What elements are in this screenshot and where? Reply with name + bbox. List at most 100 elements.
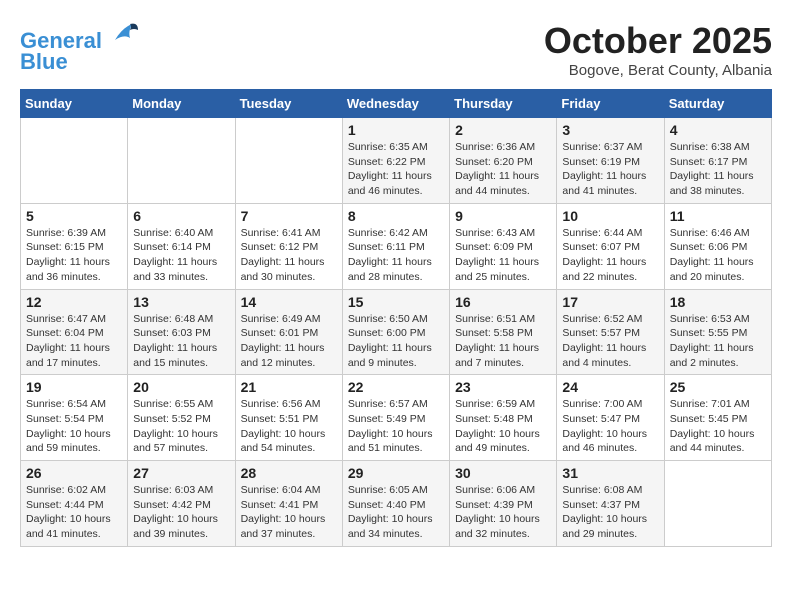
day-number: 29 <box>348 465 444 481</box>
day-info: Sunrise: 6:48 AMSunset: 6:03 PMDaylight:… <box>133 312 229 371</box>
calendar-cell <box>128 118 235 204</box>
calendar-cell: 3 Sunrise: 6:37 AMSunset: 6:19 PMDaylight… <box>557 118 664 204</box>
day-number: 14 <box>241 294 337 310</box>
calendar-cell: 23 Sunrise: 6:59 AMSunset: 5:48 PMDayligh… <box>450 375 557 461</box>
weekday-header: Friday <box>557 90 664 118</box>
calendar-cell: 24 Sunrise: 7:00 AMSunset: 5:47 PMDayligh… <box>557 375 664 461</box>
day-info: Sunrise: 6:50 AMSunset: 6:00 PMDaylight:… <box>348 312 444 371</box>
weekday-header: Thursday <box>450 90 557 118</box>
calendar-cell: 11 Sunrise: 6:46 AMSunset: 6:06 PMDayligh… <box>664 203 771 289</box>
title-block: October 2025 Bogove, Berat County, Alban… <box>544 20 772 79</box>
calendar-cell: 6 Sunrise: 6:40 AMSunset: 6:14 PMDaylight… <box>128 203 235 289</box>
day-number: 17 <box>562 294 658 310</box>
day-number: 30 <box>455 465 551 481</box>
calendar-cell: 18 Sunrise: 6:53 AMSunset: 5:55 PMDayligh… <box>664 289 771 375</box>
calendar-cell: 5 Sunrise: 6:39 AMSunset: 6:15 PMDaylight… <box>21 203 128 289</box>
calendar-cell: 12 Sunrise: 6:47 AMSunset: 6:04 PMDayligh… <box>21 289 128 375</box>
weekday-header: Monday <box>128 90 235 118</box>
page-header: General Blue October 2025 Bogove, Berat … <box>20 20 772 79</box>
day-number: 10 <box>562 208 658 224</box>
day-info: Sunrise: 6:37 AMSunset: 6:19 PMDaylight:… <box>562 140 658 199</box>
day-info: Sunrise: 6:02 AMSunset: 4:44 PMDaylight:… <box>26 483 122 542</box>
logo-bird-icon <box>110 20 140 48</box>
calendar-cell: 29 Sunrise: 6:05 AMSunset: 4:40 PMDayligh… <box>342 461 449 547</box>
day-info: Sunrise: 6:59 AMSunset: 5:48 PMDaylight:… <box>455 397 551 456</box>
day-number: 12 <box>26 294 122 310</box>
day-info: Sunrise: 6:55 AMSunset: 5:52 PMDaylight:… <box>133 397 229 456</box>
calendar-cell: 14 Sunrise: 6:49 AMSunset: 6:01 PMDayligh… <box>235 289 342 375</box>
calendar-cell: 1Sunrise: 6:35 AMSunset: 6:22 PMDaylight… <box>342 118 449 204</box>
calendar-cell: 21Sunrise: 6:56 AMSunset: 5:51 PMDayligh… <box>235 375 342 461</box>
calendar-cell: 22 Sunrise: 6:57 AMSunset: 5:49 PMDayligh… <box>342 375 449 461</box>
day-info: Sunrise: 6:06 AMSunset: 4:39 PMDaylight:… <box>455 483 551 542</box>
calendar-week-row: 5 Sunrise: 6:39 AMSunset: 6:15 PMDaylight… <box>21 203 772 289</box>
day-number: 5 <box>26 208 122 224</box>
calendar-header: SundayMondayTuesdayWednesdayThursdayFrid… <box>21 90 772 118</box>
day-info: Sunrise: 6:35 AMSunset: 6:22 PMDaylight:… <box>348 140 444 199</box>
month-title: October 2025 <box>544 20 772 62</box>
day-info: Sunrise: 6:03 AMSunset: 4:42 PMDaylight:… <box>133 483 229 542</box>
day-info: Sunrise: 6:46 AMSunset: 6:06 PMDaylight:… <box>670 226 766 285</box>
day-info: Sunrise: 7:00 AMSunset: 5:47 PMDaylight:… <box>562 397 658 456</box>
day-number: 11 <box>670 208 766 224</box>
day-info: Sunrise: 6:38 AMSunset: 6:17 PMDaylight:… <box>670 140 766 199</box>
day-number: 9 <box>455 208 551 224</box>
weekday-header: Tuesday <box>235 90 342 118</box>
day-number: 7 <box>241 208 337 224</box>
calendar-cell: 17 Sunrise: 6:52 AMSunset: 5:57 PMDayligh… <box>557 289 664 375</box>
day-number: 24 <box>562 379 658 395</box>
calendar-cell: 15 Sunrise: 6:50 AMSunset: 6:00 PMDayligh… <box>342 289 449 375</box>
day-number: 8 <box>348 208 444 224</box>
day-number: 6 <box>133 208 229 224</box>
location-subtitle: Bogove, Berat County, Albania <box>544 62 772 79</box>
day-info: Sunrise: 6:51 AMSunset: 5:58 PMDaylight:… <box>455 312 551 371</box>
day-info: Sunrise: 6:49 AMSunset: 6:01 PMDaylight:… <box>241 312 337 371</box>
day-number: 28 <box>241 465 337 481</box>
calendar-cell: 30 Sunrise: 6:06 AMSunset: 4:39 PMDayligh… <box>450 461 557 547</box>
day-info: Sunrise: 6:43 AMSunset: 6:09 PMDaylight:… <box>455 226 551 285</box>
calendar-cell: 31Sunrise: 6:08 AMSunset: 4:37 PMDayligh… <box>557 461 664 547</box>
calendar-cell: 10Sunrise: 6:44 AMSunset: 6:07 PMDayligh… <box>557 203 664 289</box>
day-number: 20 <box>133 379 229 395</box>
calendar-cell: 7 Sunrise: 6:41 AMSunset: 6:12 PMDaylight… <box>235 203 342 289</box>
calendar-body: 1Sunrise: 6:35 AMSunset: 6:22 PMDaylight… <box>21 118 772 547</box>
calendar-week-row: 19 Sunrise: 6:54 AMSunset: 5:54 PMDayligh… <box>21 375 772 461</box>
day-info: Sunrise: 6:05 AMSunset: 4:40 PMDaylight:… <box>348 483 444 542</box>
calendar-cell: 4 Sunrise: 6:38 AMSunset: 6:17 PMDaylight… <box>664 118 771 204</box>
day-info: Sunrise: 6:40 AMSunset: 6:14 PMDaylight:… <box>133 226 229 285</box>
day-info: Sunrise: 6:41 AMSunset: 6:12 PMDaylight:… <box>241 226 337 285</box>
calendar-cell: 20 Sunrise: 6:55 AMSunset: 5:52 PMDayligh… <box>128 375 235 461</box>
day-number: 27 <box>133 465 229 481</box>
calendar-table: SundayMondayTuesdayWednesdayThursdayFrid… <box>20 89 772 547</box>
calendar-week-row: 12 Sunrise: 6:47 AMSunset: 6:04 PMDayligh… <box>21 289 772 375</box>
day-number: 22 <box>348 379 444 395</box>
calendar-cell: 25Sunrise: 7:01 AMSunset: 5:45 PMDayligh… <box>664 375 771 461</box>
calendar-cell <box>664 461 771 547</box>
calendar-cell: 19 Sunrise: 6:54 AMSunset: 5:54 PMDayligh… <box>21 375 128 461</box>
day-number: 21 <box>241 379 337 395</box>
day-info: Sunrise: 6:08 AMSunset: 4:37 PMDaylight:… <box>562 483 658 542</box>
day-info: Sunrise: 6:52 AMSunset: 5:57 PMDaylight:… <box>562 312 658 371</box>
day-info: Sunrise: 6:53 AMSunset: 5:55 PMDaylight:… <box>670 312 766 371</box>
day-number: 2 <box>455 122 551 138</box>
day-number: 19 <box>26 379 122 395</box>
day-number: 4 <box>670 122 766 138</box>
day-info: Sunrise: 6:57 AMSunset: 5:49 PMDaylight:… <box>348 397 444 456</box>
calendar-cell: 13 Sunrise: 6:48 AMSunset: 6:03 PMDayligh… <box>128 289 235 375</box>
calendar-cell: 26Sunrise: 6:02 AMSunset: 4:44 PMDayligh… <box>21 461 128 547</box>
day-number: 18 <box>670 294 766 310</box>
day-info: Sunrise: 6:04 AMSunset: 4:41 PMDaylight:… <box>241 483 337 542</box>
day-number: 13 <box>133 294 229 310</box>
calendar-cell <box>21 118 128 204</box>
day-number: 23 <box>455 379 551 395</box>
day-info: Sunrise: 6:54 AMSunset: 5:54 PMDaylight:… <box>26 397 122 456</box>
day-number: 16 <box>455 294 551 310</box>
day-number: 3 <box>562 122 658 138</box>
day-number: 15 <box>348 294 444 310</box>
day-info: Sunrise: 6:47 AMSunset: 6:04 PMDaylight:… <box>26 312 122 371</box>
calendar-cell: 2Sunrise: 6:36 AMSunset: 6:20 PMDaylight… <box>450 118 557 204</box>
day-info: Sunrise: 6:39 AMSunset: 6:15 PMDaylight:… <box>26 226 122 285</box>
weekday-header: Saturday <box>664 90 771 118</box>
weekday-header: Wednesday <box>342 90 449 118</box>
calendar-cell: 16 Sunrise: 6:51 AMSunset: 5:58 PMDayligh… <box>450 289 557 375</box>
